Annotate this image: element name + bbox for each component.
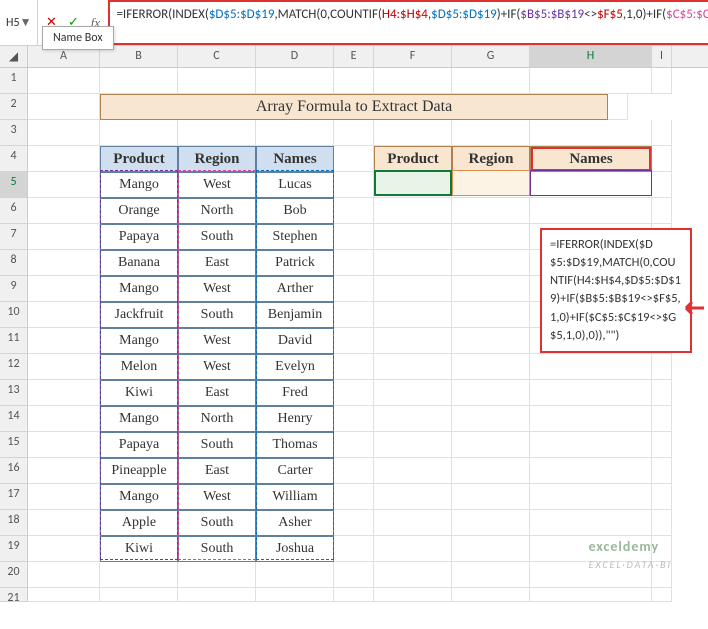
row-12[interactable]: 12 (0, 354, 28, 380)
formula-bar: H5 ▼ Name Box ✕ ✓ fx =IFERROR(INDEX($D$5… (0, 0, 708, 46)
row-3[interactable]: 3 (0, 120, 28, 146)
col-E[interactable]: E (334, 46, 374, 67)
row-17[interactable]: 17 (0, 484, 28, 510)
row-21[interactable]: 21 (0, 588, 28, 602)
row-4[interactable]: 4 (0, 146, 28, 172)
col-I[interactable]: I (652, 46, 672, 67)
row-9[interactable]: 9 (0, 276, 28, 302)
title-cell[interactable]: Array Formula to Extract Data (100, 94, 608, 120)
col-C[interactable]: C (178, 46, 256, 67)
hdr2-region[interactable]: Region (452, 146, 530, 172)
cell-F5-selected[interactable] (374, 170, 452, 196)
row-18[interactable]: 18 (0, 510, 28, 536)
row-6[interactable]: 6 (0, 198, 28, 224)
range-B5-B19 (100, 170, 178, 560)
spreadsheet-grid[interactable]: ◢ A B C D E F G H I 1 2Array Formula to … (0, 46, 708, 602)
row-2[interactable]: 2 (0, 94, 28, 120)
col-D[interactable]: D (256, 46, 334, 67)
col-H[interactable]: H (530, 46, 652, 67)
hdr-names[interactable]: Names (256, 146, 334, 172)
name-box-container: H5 ▼ Name Box (0, 0, 38, 45)
cell-G5[interactable] (452, 170, 530, 196)
watermark: exceldemyEXCEL·DATA·BI (589, 538, 672, 572)
row-11[interactable]: 11 (0, 328, 28, 354)
arrow-left-icon (682, 296, 706, 320)
hdr2-names[interactable]: Names (530, 146, 652, 172)
row-1[interactable]: 1 (0, 68, 28, 94)
row-8[interactable]: 8 (0, 250, 28, 276)
hdr-region[interactable]: Region (178, 146, 256, 172)
select-all[interactable]: ◢ (0, 46, 28, 67)
row-7[interactable]: 7 (0, 224, 28, 250)
row-16[interactable]: 16 (0, 458, 28, 484)
name-box[interactable]: H5 ▼ (0, 12, 37, 34)
col-F[interactable]: F (374, 46, 452, 67)
name-box-value: H5 (6, 16, 20, 30)
cell-H5-active[interactable] (530, 170, 652, 196)
row-20[interactable]: 20 (0, 562, 28, 588)
row-19[interactable]: 19 (0, 536, 28, 562)
col-G[interactable]: G (452, 46, 530, 67)
formula-input[interactable]: =IFERROR(INDEX($D$5:$D$19,MATCH(0,COUNTI… (108, 0, 708, 45)
range-D5-D19 (256, 170, 334, 560)
hdr2-product[interactable]: Product (374, 146, 452, 172)
hdr-product[interactable]: Product (100, 146, 178, 172)
formula-callout: =IFERROR(INDEX($D$5:$D$19,MATCH(0,COUNTI… (540, 228, 692, 353)
range-C5-C19 (178, 170, 256, 560)
row-14[interactable]: 14 (0, 406, 28, 432)
chevron-down-icon[interactable]: ▼ (20, 15, 32, 30)
row-13[interactable]: 13 (0, 380, 28, 406)
row-15[interactable]: 15 (0, 432, 28, 458)
row-5[interactable]: 5 (0, 172, 28, 198)
row-10[interactable]: 10 (0, 302, 28, 328)
name-box-tooltip: Name Box (42, 26, 114, 50)
